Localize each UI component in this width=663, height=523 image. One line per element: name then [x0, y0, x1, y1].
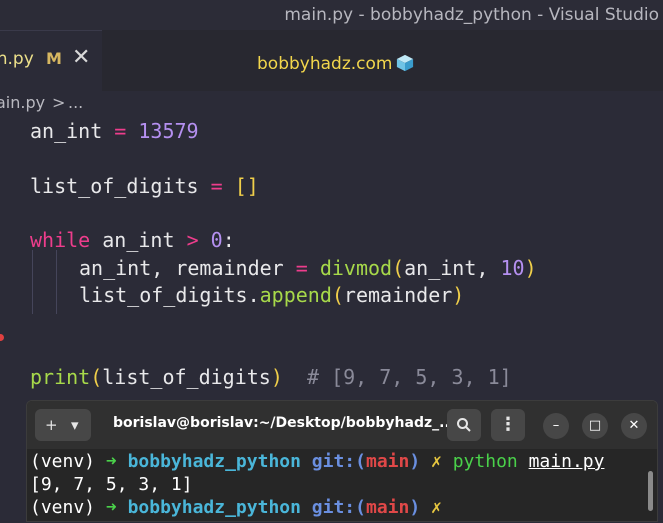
close-button[interactable]: ✕	[621, 413, 647, 439]
breadcrumb-separator: >	[52, 93, 66, 112]
breadcrumb: ain.py > ...	[0, 91, 663, 115]
code-line-10: print(list_of_digits) # [9, 7, 5, 3, 1]	[30, 365, 512, 389]
new-tab-button[interactable]: + ▾	[35, 409, 91, 441]
maximize-icon: □	[588, 418, 602, 433]
breadcrumb-file[interactable]: ain.py	[0, 91, 45, 115]
terminal-title: borislav@borislav:~/Desktop/bobbyhadz_..…	[113, 415, 456, 431]
indent-guide	[56, 250, 57, 314]
terminal-output[interactable]: (venv) ➜ bobbyhadz_python git:(main) ✗ p…	[27, 449, 657, 521]
code-line-1: an_int = 13579	[30, 119, 199, 143]
terminal-window: + ▾ borislav@borislav:~/Desktop/bobbyhad…	[26, 400, 658, 522]
terminal-scrollbar[interactable]	[648, 471, 653, 511]
breadcrumb-more[interactable]: ...	[68, 91, 83, 115]
search-icon	[457, 418, 471, 432]
tab-label: in.py	[0, 49, 34, 69]
indent-guide	[32, 250, 33, 314]
terminal-header: + ▾ borislav@borislav:~/Desktop/bobbyhad…	[27, 401, 657, 449]
dropdown-icon: ▾	[71, 416, 79, 434]
close-icon: ✕	[628, 418, 640, 433]
modified-badge: M	[46, 49, 62, 68]
new-tab-icon: +	[45, 416, 58, 434]
terminal-line: (venv) ➜ bobbyhadz_python git:(main) ✗ p…	[30, 451, 605, 472]
menu-button[interactable]: ⋮	[491, 409, 525, 441]
window-title: main.py - bobbyhadz_python - Visual Stud…	[284, 5, 659, 25]
code-line-5: while an_int > 0:	[30, 228, 235, 252]
terminal-line: (venv) ➜ bobbyhadz_python git:(main) ✗	[30, 497, 442, 518]
watermark-text: bobbyhadz.com	[257, 54, 393, 74]
watermark: bobbyhadz.com	[257, 54, 414, 74]
search-button[interactable]	[447, 409, 481, 441]
kebab-menu-icon: ⋮	[499, 414, 517, 435]
tab-main-py[interactable]: in.py M ✕	[0, 30, 102, 92]
breakpoint-marker	[0, 334, 4, 341]
close-tab-icon[interactable]: ✕	[72, 45, 90, 70]
code-line-3: list_of_digits = []	[30, 174, 259, 198]
window-titlebar: main.py - bobbyhadz_python - Visual Stud…	[0, 0, 663, 30]
minimize-button[interactable]: –	[543, 413, 569, 439]
maximize-button[interactable]: □	[582, 413, 608, 439]
code-editor[interactable]: an_int = 13579 list_of_digits = [] while…	[0, 115, 663, 405]
terminal-line: [9, 7, 5, 3, 1]	[30, 474, 193, 495]
cube-icon	[397, 54, 414, 72]
minimize-icon: –	[552, 418, 560, 433]
code-line-7: list_of_digits.append(remainder)	[79, 283, 465, 307]
code-line-6: an_int, remainder = divmod(an_int, 10)	[79, 256, 537, 280]
